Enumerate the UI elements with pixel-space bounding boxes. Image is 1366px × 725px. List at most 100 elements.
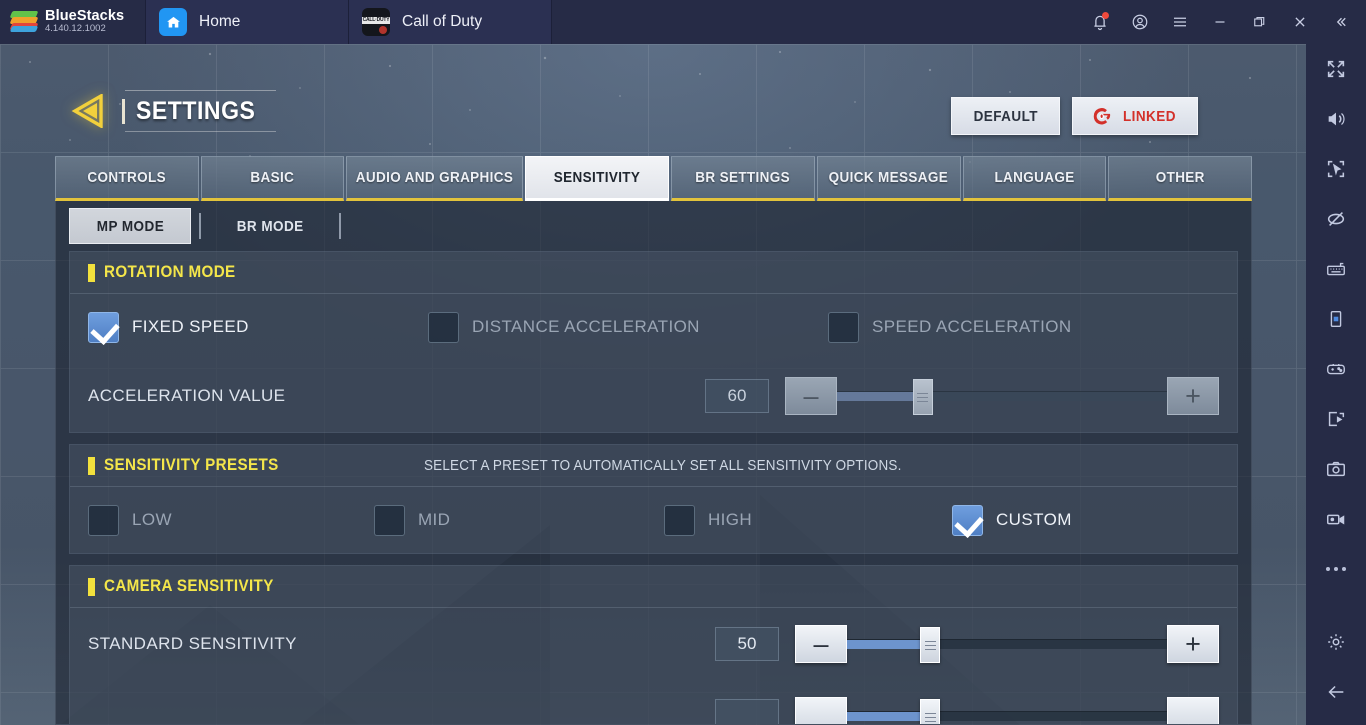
plus-icon: + <box>1185 381 1201 411</box>
plus-icon: + <box>1185 629 1201 659</box>
page-title-wrap: SETTINGS <box>122 89 276 132</box>
hamburger-menu-icon[interactable] <box>1160 0 1200 44</box>
checkbox-box[interactable] <box>428 311 459 343</box>
volume-icon[interactable] <box>1306 94 1366 144</box>
default-button-label: DEFAULT <box>973 107 1038 125</box>
tab-quick-message[interactable]: QUICK MESSAGE <box>816 156 961 201</box>
checkbox-label: FIXED SPEED <box>132 317 249 336</box>
game-viewport: SETTINGS DEFAULT LINKED CONTROLS BASIC A… <box>0 44 1306 725</box>
emulator-sidebar <box>1306 44 1366 725</box>
tab-br-settings[interactable]: BR SETTINGS <box>671 156 815 201</box>
close-icon[interactable] <box>1280 0 1320 44</box>
checkbox-mid[interactable]: MID <box>374 504 664 536</box>
gamepad-icon[interactable] <box>1306 344 1366 394</box>
collapse-sidebar-icon[interactable] <box>1320 0 1360 44</box>
fullscreen-icon[interactable] <box>1306 44 1366 94</box>
submode-br-mode[interactable]: BR MODE <box>209 208 331 244</box>
cursor-capture-icon[interactable] <box>1306 144 1366 194</box>
section-title: CAMERA SENSITIVITY <box>104 577 274 595</box>
back-arrow-icon[interactable] <box>68 93 108 129</box>
macro-script-icon[interactable] <box>1306 394 1366 444</box>
checkbox-box[interactable] <box>828 311 859 343</box>
slider-thumb[interactable] <box>920 699 941 724</box>
linked-button[interactable]: LINKED <box>1072 97 1198 135</box>
default-button[interactable]: DEFAULT <box>950 97 1061 135</box>
slider-label: ACCELERATION VALUE <box>88 386 286 405</box>
checkbox-box[interactable] <box>88 311 119 343</box>
checkbox-box[interactable] <box>88 504 119 536</box>
tab-quick-message-label: QUICK MESSAGE <box>828 169 949 186</box>
rotate-screen-icon[interactable] <box>1306 294 1366 344</box>
more-dots <box>1326 567 1346 571</box>
submode-mp-mode-label: MP MODE <box>96 217 164 235</box>
slider-fill <box>847 712 931 721</box>
checkbox-fixed-speed[interactable]: FIXED SPEED <box>88 311 428 343</box>
slider-track[interactable] <box>847 627 1167 663</box>
tab-call-of-duty-label: Call of Duty <box>402 13 483 30</box>
tab-other[interactable]: OTHER <box>1108 156 1253 201</box>
submode-tabbar: MP MODE BR MODE <box>56 201 1251 251</box>
slider-track[interactable] <box>837 379 1167 415</box>
submode-divider <box>199 213 201 239</box>
account-icon[interactable] <box>1120 0 1160 44</box>
restore-icon[interactable] <box>1240 0 1280 44</box>
checkbox-box[interactable] <box>952 504 983 536</box>
bluestacks-window: BlueStacks 4.140.12.1002 Home CALL·DUTY … <box>0 0 1366 725</box>
section-title: SENSITIVITY PRESETS <box>104 456 279 474</box>
tab-controls[interactable]: CONTROLS <box>55 156 199 201</box>
slider-thumb[interactable] <box>912 379 933 415</box>
screen-record-icon[interactable] <box>1306 494 1366 544</box>
screenshot-icon[interactable] <box>1306 444 1366 494</box>
more-options-icon[interactable] <box>1306 544 1366 594</box>
settings-gear-icon[interactable] <box>1306 617 1366 667</box>
cod-dot <box>379 26 387 34</box>
slider-value: 50 <box>715 627 779 661</box>
tab-call-of-duty[interactable]: CALL·DUTY Call of Duty <box>349 0 552 44</box>
section-camera-sensitivity: CAMERA SENSITIVITY STANDARD SENSITIVITY … <box>69 565 1238 724</box>
slider-increase-button[interactable] <box>1167 697 1219 724</box>
tab-basic[interactable]: BASIC <box>200 156 345 201</box>
tab-home[interactable]: Home <box>146 0 349 44</box>
page-title: SETTINGS <box>136 96 256 125</box>
checkbox-custom[interactable]: CUSTOM <box>952 504 1072 536</box>
slider-standard-sensitivity: STANDARD SENSITIVITY 50 – + <box>70 608 1237 680</box>
home-icon <box>159 8 187 36</box>
slider-controls <box>715 697 1219 724</box>
tab-audio-and-graphics[interactable]: AUDIO AND GRAPHICS <box>346 156 524 201</box>
slider-group <box>795 697 1219 724</box>
garena-logo-icon <box>1093 108 1111 125</box>
settings-scroll-area[interactable]: ROTATION MODE FIXED SPEED DISTANCE ACCEL… <box>56 251 1251 724</box>
checkbox-speed-acceleration[interactable]: SPEED ACCELERATION <box>828 311 1072 343</box>
checkbox-distance-acceleration[interactable]: DISTANCE ACCELERATION <box>428 311 828 343</box>
slider-decrease-button[interactable]: – <box>795 625 847 663</box>
section-title: ROTATION MODE <box>104 263 236 281</box>
checkbox-high[interactable]: HIGH <box>664 504 952 536</box>
checkbox-low[interactable]: LOW <box>88 504 374 536</box>
tab-br-settings-label: BR SETTINGS <box>695 169 791 186</box>
settings-header: SETTINGS <box>68 89 276 132</box>
slider-decrease-button[interactable]: – <box>785 377 837 415</box>
checkbox-box[interactable] <box>374 504 405 536</box>
eye-off-icon[interactable] <box>1306 194 1366 244</box>
tab-language[interactable]: LANGUAGE <box>962 156 1107 201</box>
submode-divider <box>339 213 341 239</box>
tab-other-label: OTHER <box>1155 169 1205 186</box>
section-header: SENSITIVITY PRESETS SELECT A PRESET TO A… <box>70 445 1237 487</box>
submode-mp-mode[interactable]: MP MODE <box>69 208 191 244</box>
slider-thumb[interactable] <box>920 627 941 663</box>
section-rotation-mode: ROTATION MODE FIXED SPEED DISTANCE ACCEL… <box>69 251 1238 433</box>
checkbox-label: CUSTOM <box>996 510 1072 529</box>
minimize-icon[interactable] <box>1200 0 1240 44</box>
slider-increase-button[interactable]: + <box>1167 625 1219 663</box>
slider-decrease-button[interactable] <box>795 697 847 724</box>
checkbox-label: SPEED ACCELERATION <box>872 317 1072 336</box>
checkbox-box[interactable] <box>664 504 695 536</box>
slider-increase-button[interactable]: + <box>1167 377 1219 415</box>
main-tabbar: CONTROLS BASIC AUDIO AND GRAPHICS SENSIT… <box>55 156 1253 201</box>
back-icon[interactable] <box>1306 667 1366 717</box>
tab-sensitivity[interactable]: SENSITIVITY <box>525 156 670 201</box>
slider-track[interactable] <box>847 699 1167 724</box>
notifications-icon[interactable] <box>1080 0 1120 44</box>
keyboard-controls-icon[interactable] <box>1306 244 1366 294</box>
notification-dot <box>1102 12 1109 19</box>
